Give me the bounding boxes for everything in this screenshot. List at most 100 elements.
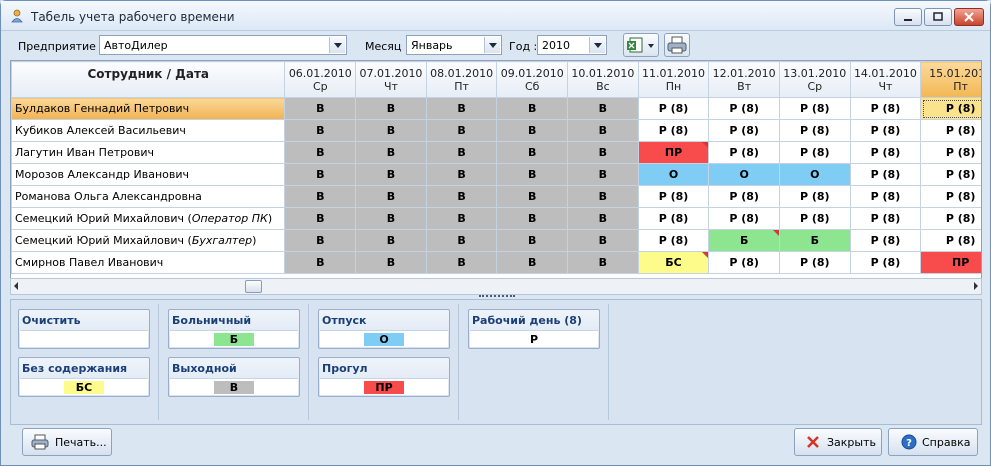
date-column-header[interactable]: 08.01.2010 Пт xyxy=(425,61,498,98)
timesheet-cell[interactable]: Р (8) xyxy=(778,119,851,142)
timesheet-cell[interactable]: В xyxy=(567,251,639,274)
timesheet-cell[interactable]: Р (8) xyxy=(920,119,981,142)
timesheet-cell[interactable]: В xyxy=(284,229,357,252)
print-toolbar-button[interactable] xyxy=(664,33,690,57)
scrollbar-thumb[interactable] xyxy=(245,280,262,293)
timesheet-cell[interactable]: В xyxy=(355,163,427,186)
table-row[interactable]: Лагутин Иван Петрович В В В В В ПР Р (8) Р (8) Р … xyxy=(11,141,981,164)
timesheet-cell[interactable]: Р (8) xyxy=(920,141,981,164)
employee-name-cell[interactable]: Лагутин Иван Петрович xyxy=(11,141,286,164)
year-select[interactable]: 2010 xyxy=(537,35,607,55)
timesheet-cell[interactable]: Р (8) xyxy=(708,207,780,230)
timesheet-cell[interactable]: Р (8) xyxy=(708,141,780,164)
timesheet-cell[interactable]: В xyxy=(355,207,427,230)
chevron-down-icon[interactable] xyxy=(484,37,500,53)
timesheet-cell[interactable]: ПР xyxy=(920,251,981,274)
employee-date-header[interactable]: Сотрудник / Дата xyxy=(11,61,286,98)
timesheet-cell[interactable]: В xyxy=(284,185,357,208)
timesheet-cell[interactable]: В xyxy=(425,141,498,164)
timesheet-cell[interactable]: В xyxy=(567,185,639,208)
timesheet-cell[interactable]: Р (8) xyxy=(849,163,922,186)
timesheet-cell[interactable]: В xyxy=(425,185,498,208)
timesheet-cell[interactable]: О xyxy=(637,163,710,186)
timesheet-cell[interactable]: В xyxy=(496,207,569,230)
timesheet-cell[interactable]: В xyxy=(425,163,498,186)
employee-name-cell[interactable]: Морозов Александр Иванович xyxy=(11,163,286,186)
timesheet-cell[interactable]: В xyxy=(284,207,357,230)
sick-mark-button[interactable]: Больничный Б xyxy=(168,309,300,349)
timesheet-cell[interactable]: В xyxy=(567,163,639,186)
date-column-header[interactable]: 14.01.2010 Чт xyxy=(849,61,922,98)
timesheet-cell[interactable]: В xyxy=(355,229,427,252)
timesheet-cell[interactable]: Р (8) xyxy=(849,97,922,120)
date-column-header[interactable]: 15.01.2010Пт xyxy=(920,61,981,98)
timesheet-cell[interactable]: Р (8) xyxy=(708,185,780,208)
table-row[interactable]: Булдаков Геннадий Петрович В В В В В Р (8) Р (8… xyxy=(11,97,981,120)
date-column-header[interactable]: 10.01.2010 Вс xyxy=(567,61,639,98)
unpaid-mark-button[interactable]: Без содержания БС xyxy=(18,357,150,397)
timesheet-cell[interactable]: О xyxy=(778,163,851,186)
date-column-header[interactable]: 07.01.2010 Чт xyxy=(355,61,427,98)
timesheet-cell[interactable]: В xyxy=(425,229,498,252)
absence-mark-button[interactable]: Прогул ПР xyxy=(318,357,450,397)
timesheet-cell[interactable]: В xyxy=(567,97,639,120)
timesheet-cell[interactable]: В xyxy=(355,97,427,120)
employee-name-cell[interactable]: Смирнов Павел Иванович xyxy=(11,251,286,274)
timesheet-cell[interactable]: Р (8) xyxy=(920,229,981,252)
timesheet-cell[interactable]: В xyxy=(425,97,498,120)
timesheet-cell[interactable]: В xyxy=(496,163,569,186)
timesheet-cell[interactable]: Р (8) xyxy=(778,251,851,274)
minimize-button[interactable] xyxy=(894,8,922,26)
timesheet-cell[interactable]: Р (8) xyxy=(637,97,710,120)
timesheet-cell[interactable]: В xyxy=(496,251,569,274)
timesheet-cell[interactable]: Б xyxy=(778,229,851,252)
table-row[interactable]: Морозов Александр Иванович В В В В В О О О Р (8) Р… xyxy=(11,163,981,186)
employee-name-cell[interactable]: Семецкий Юрий Михайлович (Бухгалтер) xyxy=(11,229,286,252)
timesheet-cell[interactable]: В xyxy=(355,141,427,164)
month-select[interactable]: Январь xyxy=(406,35,502,55)
timesheet-cell[interactable]: Р (8) xyxy=(708,97,780,120)
timesheet-cell[interactable]: В xyxy=(567,207,639,230)
date-column-header[interactable]: 06.01.2010 Ср xyxy=(284,61,357,98)
timesheet-cell[interactable]: Р (8) xyxy=(849,141,922,164)
scroll-left-icon[interactable] xyxy=(14,282,18,290)
timesheet-cell[interactable]: О xyxy=(708,163,780,186)
dayoff-mark-button[interactable]: Выходной В xyxy=(168,357,300,397)
timesheet-cell[interactable]: Р (8) xyxy=(637,229,710,252)
chevron-down-icon[interactable] xyxy=(329,37,345,53)
timesheet-cell[interactable]: В xyxy=(355,119,427,142)
employee-name-cell[interactable]: Семецкий Юрий Михайлович (Оператор ПК) xyxy=(11,207,286,230)
date-column-header[interactable]: 12.01.2010 Вт xyxy=(708,61,780,98)
timesheet-cell[interactable]: В xyxy=(496,119,569,142)
maximize-button[interactable] xyxy=(924,8,952,26)
timesheet-cell[interactable]: Р (8) xyxy=(849,207,922,230)
timesheet-cell[interactable]: В xyxy=(355,251,427,274)
close-window-button[interactable] xyxy=(954,8,984,26)
print-button[interactable]: Печать... xyxy=(22,428,112,456)
chevron-down-icon[interactable] xyxy=(589,37,605,53)
timesheet-cell[interactable]: В xyxy=(567,141,639,164)
timesheet-cell[interactable]: Р (8) xyxy=(637,119,710,142)
table-row[interactable]: Смирнов Павел Иванович В В В В В БС Р (8) Р (8) Р… xyxy=(11,251,981,274)
timesheet-cell[interactable]: В xyxy=(284,141,357,164)
timesheet-cell[interactable]: Р (8) xyxy=(637,185,710,208)
timesheet-cell[interactable]: Р (8) xyxy=(849,119,922,142)
date-column-header[interactable]: 13.01.2010 Ср xyxy=(778,61,851,98)
timesheet-cell[interactable]: Р (8) xyxy=(778,207,851,230)
timesheet-cell[interactable]: Р (8) xyxy=(920,163,981,186)
timesheet-cell[interactable]: В xyxy=(425,207,498,230)
timesheet-cell[interactable]: Р (8) xyxy=(920,97,981,120)
table-row[interactable]: Семецкий Юрий Михайлович (Оператор ПК) В В… xyxy=(11,207,981,230)
timesheet-cell[interactable]: ПР xyxy=(637,141,710,164)
horizontal-scrollbar[interactable] xyxy=(10,278,982,295)
export-excel-button[interactable] xyxy=(623,33,659,57)
date-column-header[interactable]: 09.01.2010 Сб xyxy=(496,61,569,98)
timesheet-cell[interactable]: В xyxy=(284,251,357,274)
enterprise-select[interactable]: АвтоДилер xyxy=(99,35,347,55)
timesheet-cell[interactable]: Р (8) xyxy=(920,207,981,230)
timesheet-cell[interactable]: В xyxy=(496,141,569,164)
table-row[interactable]: Романова Ольга Александровна В В В В В Р (8) Р … xyxy=(11,185,981,208)
timesheet-cell[interactable]: В xyxy=(284,119,357,142)
timesheet-cell[interactable]: В xyxy=(567,229,639,252)
employee-name-cell[interactable]: Кубиков Алексей Васильевич xyxy=(11,119,286,142)
